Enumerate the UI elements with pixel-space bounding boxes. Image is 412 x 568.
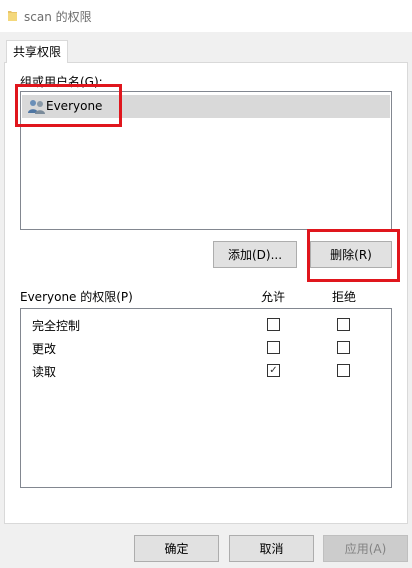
folder-icon [8,11,17,21]
allow-checkbox[interactable] [267,318,280,331]
cancel-button[interactable]: 取消 [229,535,314,562]
permissions-label: Everyone 的权限(P) [20,290,133,304]
tab-share-permissions[interactable]: 共享权限 [6,40,68,63]
allow-header: 允许 [261,290,286,304]
allow-checkbox[interactable] [267,341,280,354]
user-name: Everyone [46,99,103,113]
deny-checkbox[interactable] [337,364,350,377]
permission-row-change: 更改 [21,338,391,358]
title-bar: scan 的权限 [0,0,412,32]
allow-checkbox[interactable]: ✓ [267,364,280,377]
groups-label: 组或用户名(G): [20,75,103,89]
permission-name: 完全控制 [32,319,81,333]
window-title: scan 的权限 [24,10,92,24]
users-icon [28,100,45,114]
permission-name: 更改 [32,342,57,356]
deny-checkbox[interactable] [337,318,350,331]
permission-row-full-control: 完全控制 [21,315,391,335]
deny-checkbox[interactable] [337,341,350,354]
remove-button[interactable]: 删除(R) [310,241,392,268]
group-user-list[interactable]: Everyone [20,91,392,230]
deny-header: 拒绝 [332,290,357,304]
list-item-everyone[interactable]: Everyone [22,95,390,118]
add-button[interactable]: 添加(D)... [213,241,297,268]
permissions-list: 完全控制 更改 读取 ✓ [20,308,392,488]
permission-row-read: 读取 ✓ [21,361,391,381]
apply-button[interactable]: 应用(A) [323,535,408,562]
ok-button[interactable]: 确定 [134,535,219,562]
permission-name: 读取 [32,365,57,379]
